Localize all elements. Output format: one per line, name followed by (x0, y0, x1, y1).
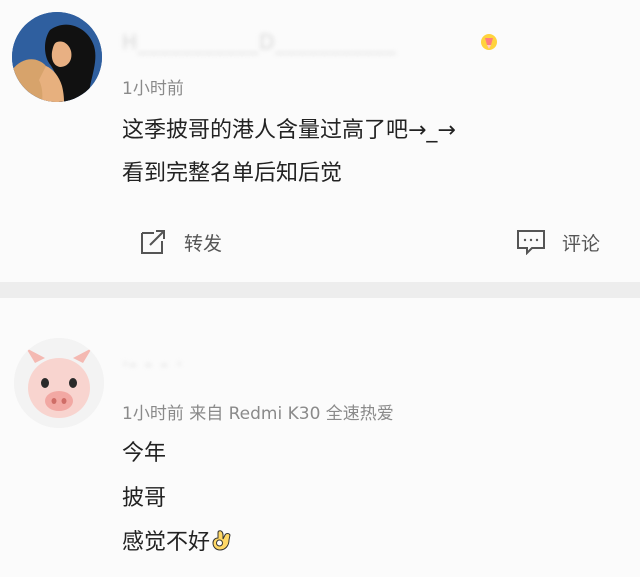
post-separator (0, 282, 640, 298)
username-blurred[interactable]: H___________D___________ (122, 30, 396, 54)
comment-label: 评论 (562, 232, 601, 255)
ok-hand-emoji (211, 528, 233, 558)
avatar-woman-icon[interactable] (12, 12, 102, 102)
post-card: ·- - - · 1小时前 来自 Redmi K30 全速热爱 今年 披哥 感觉… (0, 298, 640, 577)
avatar-pig-icon[interactable] (14, 338, 104, 428)
comment-bubble-icon (517, 230, 545, 255)
repost-button[interactable]: 转发 (140, 228, 222, 256)
post-text-segment: 感觉不好 (122, 530, 211, 555)
post-text-line: 这季披哥的港人含量过高了吧→_→ (122, 118, 456, 143)
post-time: 1小时前 (122, 79, 184, 99)
repost-label: 转发 (184, 232, 223, 255)
share-arrow-icon (141, 230, 165, 254)
username-blurred[interactable]: ·- - - · (122, 352, 183, 376)
comment-button[interactable]: 评论 (516, 228, 600, 256)
post-text-line: 今年 (122, 441, 167, 466)
member-badge-icon (480, 32, 498, 52)
post-text-line: 看到完整名单后知后觉 (122, 161, 343, 186)
post-text-line: 披哥 (122, 486, 167, 511)
post-text-line: 感觉不好 (122, 524, 233, 558)
post-card: H___________D___________ 1小时前 这季披哥的港人含量过… (0, 0, 640, 282)
post-meta: 1小时前 来自 Redmi K30 全速热爱 (122, 404, 394, 424)
